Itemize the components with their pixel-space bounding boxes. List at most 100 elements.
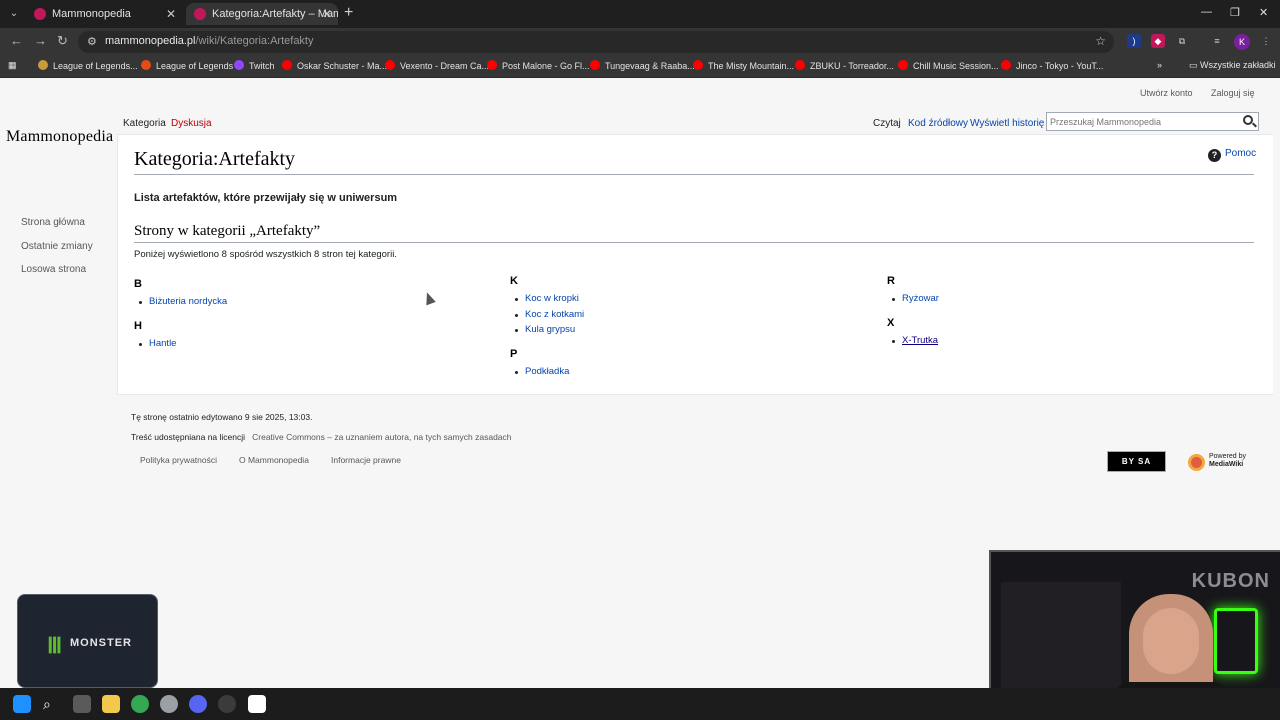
bookmark-item[interactable]: ZBUKU - Torreador... [795, 60, 894, 71]
mediawiki-logo-icon [1188, 454, 1205, 471]
help-icon: ? [1208, 149, 1221, 162]
file-explorer-icon[interactable] [102, 695, 120, 713]
pages-count-text: Poniżej wyświetlono 8 spośród wszystkich… [134, 249, 397, 260]
media-control-icon[interactable]: ≡ [1210, 34, 1224, 48]
chrome-icon[interactable] [131, 695, 149, 713]
tab-history[interactable]: Wyświetl historię [970, 118, 1044, 129]
group-letter: P [510, 348, 518, 360]
bookmark-item[interactable]: Oskar Schuster - Ma... [282, 60, 387, 71]
search-box[interactable] [1046, 112, 1259, 131]
category-description: Lista artefaktów, które przewijały się w… [134, 192, 398, 204]
list-item[interactable]: Podkładka [514, 366, 569, 377]
list-item[interactable]: Ryżowar [892, 293, 939, 304]
group-letter: R [887, 275, 895, 287]
group-letter: B [134, 278, 142, 290]
search-icon[interactable]: ⌕ [43, 695, 61, 713]
windows-start-icon[interactable] [13, 695, 31, 713]
license-link[interactable]: Creative Commons – za uznaniem autora, n… [252, 432, 511, 442]
tab-category[interactable]: Kategoria [123, 118, 166, 129]
browser-toolbar: ← → ↻ ⚙ mammonopedia.pl/wiki/Kategoria:A… [0, 28, 1280, 56]
shelf-background [1001, 582, 1121, 692]
reload-icon[interactable]: ↻ [57, 33, 68, 49]
bookmark-item[interactable]: Tungevaag & Raaba... [590, 60, 695, 71]
neon-sign-text: KUBON [1191, 570, 1270, 592]
discord-icon[interactable] [189, 695, 207, 713]
bookmark-item[interactable]: Chill Music Session... [898, 60, 999, 71]
bookmark-item[interactable]: Twitch [234, 60, 275, 71]
list-item[interactable]: Kula grypsu [514, 324, 575, 335]
search-icon[interactable] [1243, 115, 1253, 125]
list-item[interactable]: Koc w kropki [515, 293, 579, 304]
group-letter: X [887, 317, 895, 329]
url-text[interactable]: mammonopedia.pl/wiki/Kategoria:Artefakty [105, 35, 314, 47]
windows-taskbar: ⌕ [0, 688, 1280, 720]
title-divider [134, 174, 1254, 175]
app-icon[interactable] [248, 695, 266, 713]
group-letter: H [134, 320, 142, 332]
back-icon[interactable]: ← [10, 33, 23, 48]
tab-title: Mammonopedia [52, 8, 131, 20]
create-account-link[interactable]: Utwórz konto [1140, 88, 1193, 98]
forward-icon[interactable]: → [34, 33, 47, 48]
bookmark-item[interactable]: League of Legends... [38, 60, 138, 71]
tab-search-icon[interactable]: ⌄ [5, 5, 23, 23]
last-edited-text: Tę stronę ostatnio edytowano 9 sie 2025,… [131, 412, 313, 422]
list-item[interactable]: Koc z kotkami [514, 309, 584, 320]
close-tab-icon[interactable]: ✕ [166, 3, 176, 25]
close-tab-icon[interactable]: ✕ [322, 3, 332, 25]
browser-menu-icon[interactable]: ⋮ [1259, 34, 1273, 48]
login-link[interactable]: Zaloguj się [1211, 88, 1255, 98]
bookmark-item[interactable]: Vexento - Dream Ca... [385, 60, 489, 71]
list-item[interactable]: Biżuteria nordycka [138, 296, 227, 307]
browser-tab-bar: ⌄ Mammonopedia ✕ Kategoria:Artefakty – M… [0, 0, 1280, 28]
site-logo[interactable]: Mammonopedia [6, 128, 113, 146]
tab-view-source[interactable]: Kod źródłowy [908, 118, 968, 129]
privacy-link[interactable]: Polityka prywatności [140, 455, 217, 465]
tab-title: Kategoria:Artefakty – Mammon [212, 8, 338, 20]
tab-discussion[interactable]: Dyskusja [171, 118, 212, 129]
extension-icon[interactable]: ◆ [1151, 34, 1165, 48]
tab-mammonopedia[interactable]: Mammonopedia ✕ [26, 3, 182, 25]
extensions-puzzle-icon[interactable]: ⧉ [1175, 34, 1189, 48]
bookmark-item[interactable]: Jinco - Tokyo - YouT... [1001, 60, 1103, 71]
powered-by-mediawiki-badge[interactable]: Powered by MediaWiki [1188, 452, 1250, 472]
site-info-icon[interactable]: ⚙ [87, 35, 97, 48]
all-bookmarks-folder[interactable]: ▭ Wszystkie zakładki [1189, 60, 1276, 71]
app-icon[interactable] [218, 695, 236, 713]
close-window-icon[interactable]: ✕ [1259, 6, 1268, 19]
music-app-icon[interactable] [160, 695, 178, 713]
apps-grid-icon[interactable]: ▦ [8, 60, 17, 71]
profile-avatar[interactable]: K [1234, 34, 1250, 50]
new-tab-button[interactable]: + [344, 4, 353, 22]
tab-kategoria-artefakty[interactable]: Kategoria:Artefakty – Mammon ✕ [186, 3, 338, 25]
list-item[interactable]: X-Trutka [891, 335, 938, 346]
sidebar-item-recent-changes[interactable]: Ostatnie zmiany [21, 241, 93, 252]
site-favicon-icon [34, 8, 46, 20]
about-link[interactable]: O Mammonopedia [239, 455, 309, 465]
disclaimer-link[interactable]: Informacje prawne [331, 455, 401, 465]
task-view-icon[interactable] [73, 695, 91, 713]
monster-energy-overlay: Ⅲ MONSTER [17, 594, 158, 688]
bookmark-item[interactable]: League of Legends [141, 60, 233, 71]
license-text: Treść udostępniana na licencji Creative … [131, 432, 512, 442]
monster-logo-text: MONSTER [70, 637, 132, 649]
folder-icon: ▭ [1189, 60, 1201, 70]
list-item[interactable]: Hantle [138, 338, 176, 349]
more-bookmarks-icon[interactable]: » [1157, 60, 1162, 70]
bookmark-star-icon[interactable]: ☆ [1095, 34, 1106, 48]
group-letter: K [510, 275, 518, 287]
search-input[interactable] [1050, 114, 1230, 129]
address-bar[interactable]: ⚙ mammonopedia.pl/wiki/Kategoria:Artefak… [78, 31, 1114, 53]
extension-icon[interactable]: ) [1127, 34, 1141, 48]
cc-license-badge[interactable]: BY SA [1107, 451, 1166, 472]
site-favicon-icon [194, 8, 206, 20]
bookmark-item[interactable]: The Misty Mountain... [693, 60, 794, 71]
restore-icon[interactable]: ❐ [1230, 6, 1240, 19]
neon-logo-icon [1214, 608, 1258, 674]
tab-read[interactable]: Czytaj [873, 118, 901, 129]
minimize-icon[interactable]: — [1201, 6, 1212, 18]
help-link[interactable]: ? Pomoc [1208, 148, 1256, 162]
sidebar-item-main-page[interactable]: Strona główna [21, 217, 85, 228]
bookmark-item[interactable]: Post Malone - Go Fl... [487, 60, 590, 71]
sidebar-item-random-page[interactable]: Losowa strona [21, 264, 86, 275]
